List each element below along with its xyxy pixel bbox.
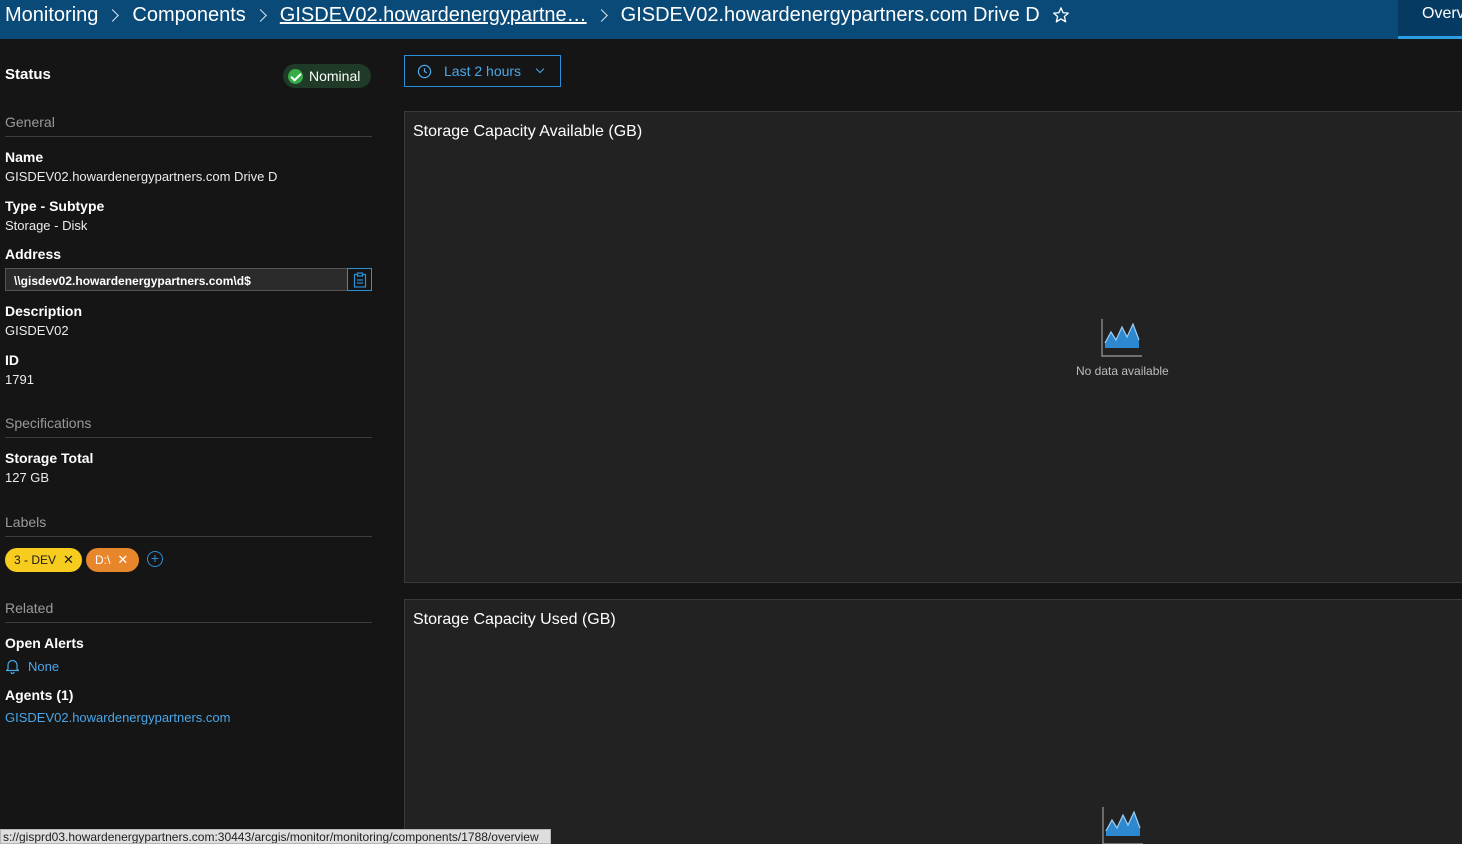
close-icon[interactable]: ✕ bbox=[117, 552, 128, 568]
no-data-chart-icon bbox=[1102, 807, 1143, 844]
id-value: 1791 bbox=[5, 372, 34, 387]
description-label: Description bbox=[5, 303, 83, 319]
storage-total-label: Storage Total bbox=[5, 450, 94, 466]
clock-icon bbox=[417, 64, 432, 78]
label-tag-dev[interactable]: 3 - DEV ✕ bbox=[5, 548, 82, 572]
label-tag-drive[interactable]: D:\ ✕ bbox=[86, 548, 139, 572]
id-label: ID bbox=[5, 352, 19, 368]
name-value: GISDEV02.howardenergypartners.com Drive … bbox=[5, 169, 278, 184]
open-alerts-link[interactable]: None bbox=[5, 658, 59, 674]
chevron-right-icon bbox=[594, 8, 608, 22]
agent-link[interactable]: GISDEV02.howardenergypartners.com bbox=[5, 710, 230, 725]
name-label: Name bbox=[5, 149, 44, 165]
add-label-icon[interactable]: + bbox=[147, 551, 163, 567]
favorite-star-icon[interactable] bbox=[1052, 6, 1070, 24]
page-title: GISDEV02.howardenergypartners.com Drive … bbox=[620, 3, 1040, 26]
storage-total-value: 127 GB bbox=[5, 470, 50, 485]
description-value: GISDEV02 bbox=[5, 323, 69, 338]
chevron-right-icon bbox=[253, 8, 267, 22]
label-tag-text: 3 - DEV bbox=[14, 553, 57, 567]
divider bbox=[5, 536, 372, 537]
type-label: Type - Subtype bbox=[5, 198, 105, 214]
section-labels: Labels bbox=[5, 514, 47, 530]
address-field[interactable]: \\gisdev02.howardenergypartners.com\d$ bbox=[5, 268, 348, 291]
no-data-text: No data available bbox=[1076, 364, 1169, 378]
label-tag-text: D:\ bbox=[95, 553, 111, 567]
divider bbox=[5, 622, 372, 623]
divider bbox=[5, 136, 372, 137]
time-range-label: Last 2 hours bbox=[444, 63, 522, 79]
chart-storage-used: Storage Capacity Used (GB) bbox=[404, 599, 1462, 844]
status-label: Status bbox=[5, 66, 51, 83]
open-alerts-value: None bbox=[28, 658, 60, 674]
copy-address-button[interactable] bbox=[347, 268, 372, 291]
browser-status-url: s://gisprd03.howardenergypartners.com:30… bbox=[0, 829, 551, 844]
status-value: Nominal bbox=[309, 68, 361, 84]
breadcrumb: Monitoring Components GISDEV02.howardene… bbox=[5, 2, 1070, 28]
close-icon[interactable]: ✕ bbox=[63, 552, 74, 568]
type-value: Storage - Disk bbox=[5, 218, 88, 233]
check-circle-icon bbox=[288, 68, 303, 84]
address-label: Address bbox=[5, 246, 62, 262]
time-range-dropdown[interactable]: Last 2 hours bbox=[404, 55, 561, 87]
divider bbox=[5, 437, 372, 438]
tab-overview[interactable]: Overv bbox=[1398, 0, 1462, 39]
breadcrumb-monitoring[interactable]: Monitoring bbox=[5, 4, 98, 27]
no-data-placeholder bbox=[1102, 806, 1144, 844]
details-panel: Status Nominal General Name GISDEV02.how… bbox=[0, 39, 390, 844]
no-data-chart-icon bbox=[1101, 319, 1143, 357]
agents-label: Agents (1) bbox=[5, 687, 74, 703]
top-bar: Monitoring Components GISDEV02.howardene… bbox=[0, 0, 1462, 39]
status-badge: Nominal bbox=[283, 64, 371, 88]
breadcrumb-components[interactable]: Components bbox=[132, 4, 245, 27]
clipboard-icon bbox=[353, 271, 366, 288]
section-related: Related bbox=[5, 600, 54, 616]
section-general: General bbox=[5, 114, 55, 130]
chevron-down-icon bbox=[535, 64, 545, 74]
chart-title: Storage Capacity Used (GB) bbox=[413, 611, 616, 628]
breadcrumb-server[interactable]: GISDEV02.howardenergypartne… bbox=[280, 4, 587, 27]
chevron-right-icon bbox=[106, 8, 120, 22]
chart-storage-available: Storage Capacity Available (GB) No data … bbox=[404, 111, 1462, 583]
chart-title: Storage Capacity Available (GB) bbox=[413, 123, 643, 140]
section-specifications: Specifications bbox=[5, 415, 92, 431]
bell-icon bbox=[5, 659, 20, 674]
open-alerts-label: Open Alerts bbox=[5, 635, 84, 651]
no-data-placeholder: No data available bbox=[1076, 318, 1169, 378]
